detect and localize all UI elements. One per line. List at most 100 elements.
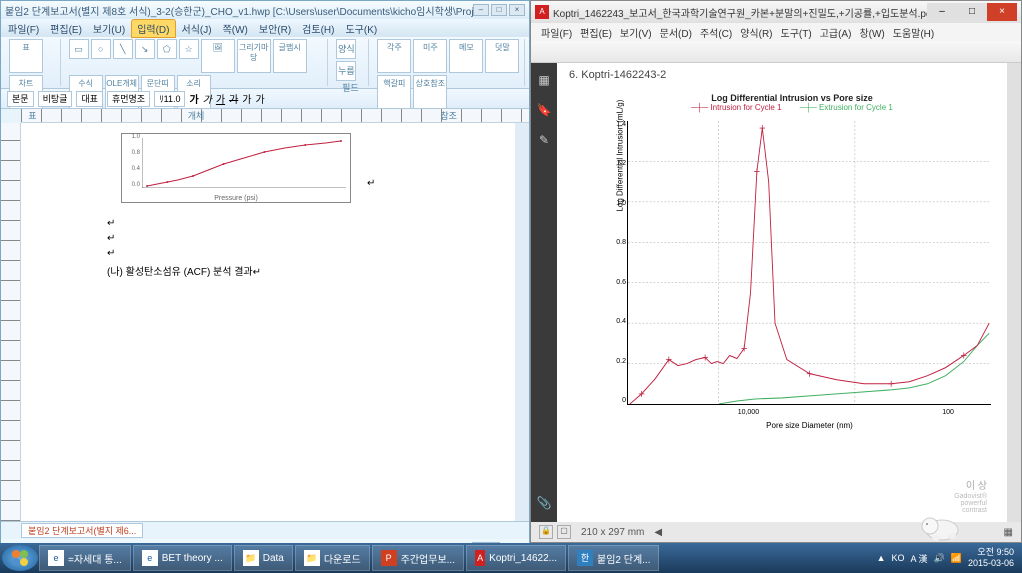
- size-dropdown[interactable]: ﾘ11.0: [154, 91, 185, 107]
- shape-icon[interactable]: ⬠: [157, 39, 177, 59]
- para-dropdown[interactable]: 비탕글: [38, 91, 73, 107]
- ime-indicator[interactable]: A 漢: [911, 552, 928, 565]
- scrollbar-v[interactable]: [515, 123, 529, 521]
- comment-button[interactable]: 덧말: [485, 39, 519, 73]
- menu-form[interactable]: 양식(R): [740, 25, 772, 40]
- taskbar-item[interactable]: 📁다운로드: [295, 545, 370, 571]
- document-view[interactable]: 6. Koptri-1462243-2 Log Differential Int…: [557, 63, 1007, 522]
- close-button[interactable]: ×: [987, 3, 1017, 21]
- footnote-button[interactable]: 각주: [377, 39, 411, 73]
- italic-button[interactable]: 가: [203, 91, 212, 106]
- hwp-menubar: 파일(F) 편집(E) 보기(U) 입력(D) 서식(J) 쪽(W) 보안(R)…: [1, 19, 529, 37]
- memo-button[interactable]: 메모: [449, 39, 483, 73]
- shape-icon[interactable]: ☆: [179, 39, 199, 59]
- doc-tab[interactable]: 붙임2 단계보고서(별지 제6...: [21, 523, 143, 538]
- menu-page[interactable]: 쪽(W): [218, 20, 253, 37]
- maximize-button[interactable]: □: [957, 3, 987, 21]
- menu-tools[interactable]: 도구(K): [340, 20, 382, 37]
- attach-icon[interactable]: 📎: [536, 496, 552, 512]
- taskbar-item[interactable]: AKoptri_14622...: [466, 545, 566, 571]
- underline-button[interactable]: 가: [216, 91, 225, 106]
- network-icon[interactable]: 📶: [951, 553, 962, 564]
- system-tray: ▲ KO A 漢 🔊 📶 오전 9:50 2015-03-06: [871, 547, 1020, 569]
- menu-input[interactable]: 입력(D): [131, 19, 175, 38]
- minimize-button[interactable]: –: [927, 3, 957, 21]
- menu-advanced[interactable]: 고급(A): [820, 25, 852, 40]
- start-button[interactable]: [2, 545, 38, 571]
- lang-indicator[interactable]: KO: [891, 553, 904, 563]
- menu-file[interactable]: 파일(F): [3, 20, 44, 37]
- hwp-icon: 한: [577, 550, 593, 566]
- sound-icon[interactable]: 🔊: [934, 553, 945, 564]
- field-button[interactable]: 양식 개체: [336, 39, 356, 59]
- acrobat-window: A Koptri_1462243_보고서_한국과학기술연구원_카본+분말의+진밀…: [530, 0, 1022, 543]
- taskbar-item[interactable]: e=자세대 통...: [39, 545, 131, 571]
- taskbar: e=자세대 통... eBET theory ... 📁Data 📁다운로드 P…: [0, 543, 1022, 573]
- endnote-button[interactable]: 미주: [413, 39, 447, 73]
- hwp-titlebar[interactable]: 붙임2 단계보고서(별지 제8호 서식)_3-2(승한군)_CHO_v1.hwp…: [1, 1, 529, 19]
- windows-logo-icon: [10, 548, 30, 568]
- taskbar-item[interactable]: P주간업무보...: [372, 545, 464, 571]
- menu-edit[interactable]: 편집(E): [45, 20, 87, 37]
- wordart-button[interactable]: 글맵시: [273, 39, 307, 73]
- nav-right-icon[interactable]: ▦: [1004, 527, 1013, 538]
- close-button[interactable]: ×: [509, 4, 525, 16]
- menu-format[interactable]: 서식(J): [177, 20, 217, 37]
- chart-legend: ─┼─ Intrusion for Cycle 1 ─┼─ Extrusion …: [587, 103, 997, 112]
- shape-icon[interactable]: ○: [91, 39, 111, 59]
- menu-edit[interactable]: 편집(E): [580, 25, 612, 40]
- font-dropdown[interactable]: 휴먼명조: [107, 91, 150, 107]
- document-page[interactable]: 1.0 0.8 0.4 0.0 Pressure (psi): [21, 123, 515, 521]
- signature-icon[interactable]: ✎: [536, 133, 552, 149]
- acrobat-titlebar[interactable]: A Koptri_1462243_보고서_한국과학기술연구원_카본+분말의+진밀…: [531, 1, 1021, 23]
- page-heading: 6. Koptri-1462243-2: [569, 69, 995, 81]
- maximize-button[interactable]: □: [491, 4, 507, 16]
- ie-icon: e: [142, 550, 158, 566]
- bold-button[interactable]: 가: [189, 91, 198, 106]
- menu-security[interactable]: 보안(R): [254, 20, 296, 37]
- strike-button[interactable]: 가: [229, 91, 238, 106]
- hwp-title-text: 붙임2 단계보고서(별지 제8호 서식)_3-2(승한군)_CHO_v1.hwp…: [5, 3, 473, 18]
- sub-button[interactable]: 가: [242, 91, 251, 106]
- menu-view[interactable]: 보기(U): [88, 20, 130, 37]
- fontcat-dropdown[interactable]: 대표: [76, 91, 103, 107]
- menu-review[interactable]: 검토(H): [297, 20, 339, 37]
- shape-icon[interactable]: ╲: [113, 39, 133, 59]
- shape-icon[interactable]: ▭: [69, 39, 89, 59]
- picture-button[interactable]: 🖼: [201, 39, 235, 73]
- table-button[interactable]: 표: [9, 39, 43, 73]
- bookmark-button[interactable]: 핵갈피: [377, 75, 411, 109]
- shape-icon[interactable]: ↘: [135, 39, 155, 59]
- desktop-mascot[interactable]: [912, 508, 962, 543]
- drawing-button[interactable]: 그리기마당: [237, 39, 271, 73]
- menu-view[interactable]: 보기(V): [620, 25, 652, 40]
- embedded-chart[interactable]: 1.0 0.8 0.4 0.0 Pressure (psi): [121, 133, 351, 203]
- scrollbar-v[interactable]: [1007, 63, 1021, 522]
- menu-file[interactable]: 파일(F): [541, 25, 572, 40]
- menu-document[interactable]: 문서(D): [660, 25, 692, 40]
- nav-left-icon[interactable]: ◀: [654, 527, 662, 538]
- bookmarks-icon[interactable]: 🔖: [536, 103, 552, 119]
- page-icon[interactable]: ▢: [557, 525, 571, 539]
- para-mark: ↵: [107, 248, 115, 259]
- clock[interactable]: 오전 9:50 2015-03-06: [968, 547, 1014, 569]
- minimize-button[interactable]: –: [473, 4, 489, 16]
- x-axis-label: Pore size Diameter (nm): [628, 421, 991, 430]
- sup-button[interactable]: 가: [255, 91, 264, 106]
- field-button[interactable]: 누름틀: [336, 61, 356, 81]
- vertical-ruler[interactable]: [1, 123, 21, 521]
- menu-help[interactable]: 도움말(H): [893, 25, 934, 40]
- ribbon-group-field: 필드: [336, 81, 364, 94]
- taskbar-item[interactable]: eBET theory ...: [133, 545, 232, 571]
- menu-tools[interactable]: 도구(T): [781, 25, 812, 40]
- tray-expand-icon[interactable]: ▲: [877, 553, 886, 563]
- lock-icon[interactable]: 🔒: [539, 525, 553, 539]
- pages-panel-icon[interactable]: ▦: [536, 73, 552, 89]
- taskbar-item[interactable]: 한붙임2 단계...: [568, 545, 659, 571]
- crossref-button[interactable]: 상호참조: [413, 75, 447, 109]
- ribbon-group-ref: 참조: [377, 109, 520, 122]
- menu-comment[interactable]: 주석(C): [700, 25, 732, 40]
- menu-window[interactable]: 창(W): [859, 25, 884, 40]
- style-dropdown[interactable]: 본문: [7, 91, 34, 107]
- taskbar-item[interactable]: 📁Data: [234, 545, 293, 571]
